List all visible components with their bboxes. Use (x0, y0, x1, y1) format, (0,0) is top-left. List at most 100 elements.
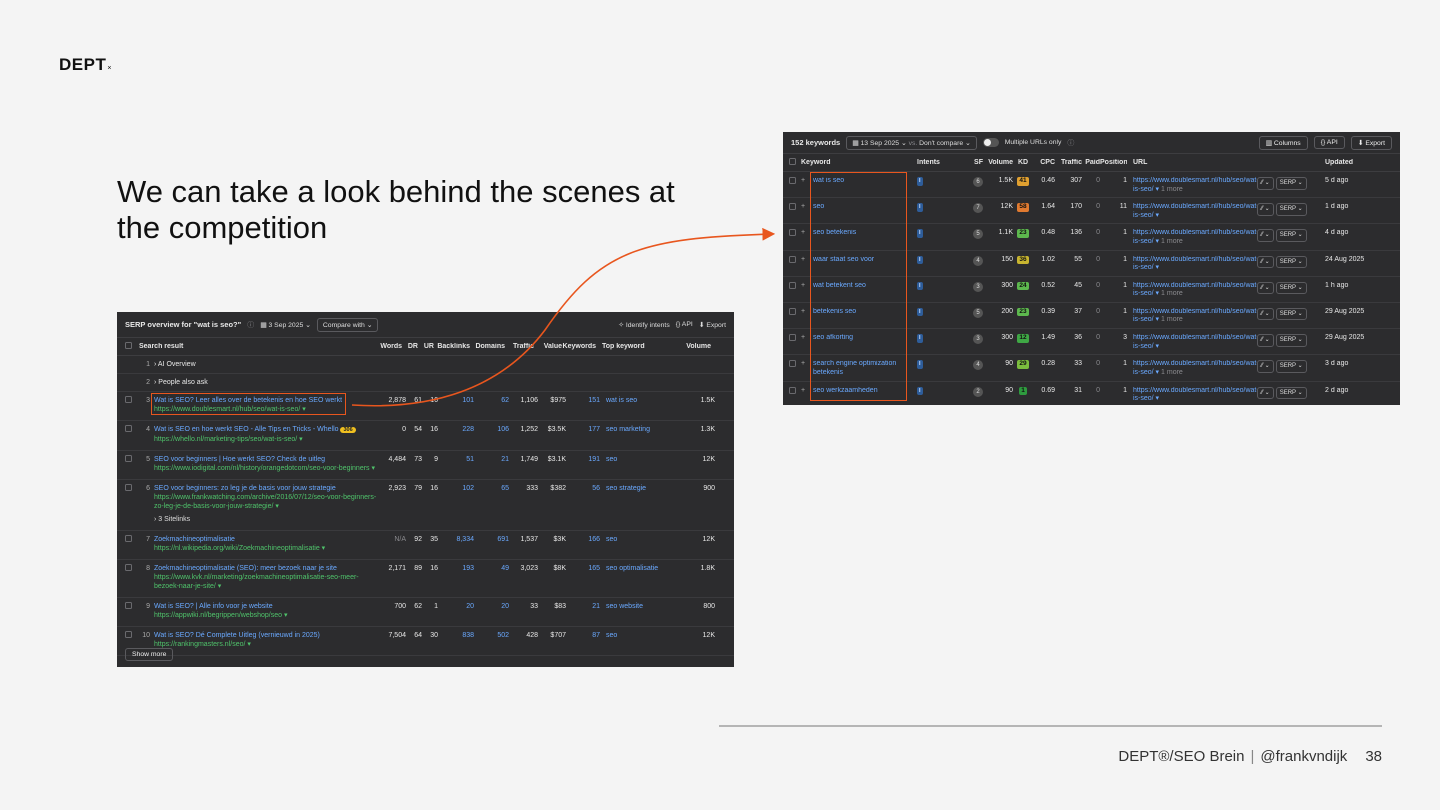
serp-dropdown[interactable]: SERP ⌄ (1275, 203, 1307, 216)
result-url-link[interactable]: https://www.frankwatching.com/archive/20… (154, 494, 376, 510)
cell-domains[interactable]: 65 (474, 484, 509, 493)
identify-intents-button[interactable]: ✧ Identify intents (618, 321, 669, 329)
row-checkbox[interactable] (789, 281, 796, 289)
header-intents[interactable]: Intents (913, 159, 953, 166)
cell-keywords[interactable]: 177 (566, 425, 600, 434)
cell-keywords[interactable]: 191 (566, 455, 600, 464)
more-urls-link[interactable]: 1 more (1161, 238, 1183, 245)
serp-dropdown[interactable]: SERP ⌄ (1275, 177, 1307, 190)
header-paid[interactable]: Paid (1082, 159, 1100, 166)
ranking-url-link[interactable]: https://www.doublesmart.nl/hub/seo/wat-i… (1133, 203, 1257, 219)
result-title-link[interactable]: Wat is SEO? Dé Complete Uitleg (vernieuw… (154, 632, 320, 639)
serp-result-row[interactable]: 4 Wat is SEO en hoe werkt SEO - Alle Tips… (117, 421, 734, 451)
cell-top-keyword[interactable]: seo strategie (600, 484, 675, 493)
result-url-link[interactable]: https://rankingmasters.nl/seo/ ▾ (154, 641, 251, 648)
result-url-link[interactable]: https://appwiki.nl/begrippen/webshop/seo… (154, 612, 288, 619)
ranking-url-link[interactable]: https://www.doublesmart.nl/hub/seo/wat-i… (1133, 229, 1257, 245)
row-checkbox[interactable] (125, 455, 132, 462)
cell-top-keyword[interactable]: seo (600, 631, 675, 640)
cell-top-keyword[interactable]: seo optimalisatie (600, 564, 675, 573)
ranking-url-link[interactable]: https://www.doublesmart.nl/hub/seo/wat-i… (1133, 177, 1257, 193)
cell-domains[interactable]: 62 (474, 396, 509, 405)
row-checkbox[interactable] (789, 307, 796, 315)
cell-keywords[interactable]: 21 (566, 602, 600, 611)
serp-result-row[interactable]: 5 SEO voor beginners | Hoe werkt SEO? Che… (117, 451, 734, 480)
trend-chart-button[interactable]: ⁄⁄ ⌄ (1257, 255, 1274, 269)
ai-overview-toggle[interactable]: › AI Overview (154, 360, 196, 369)
more-urls-link[interactable]: 1 more (1161, 186, 1183, 193)
header-volume[interactable]: Volume (983, 159, 1013, 166)
result-title-link[interactable]: Wat is SEO? | Alle info voor je website (154, 603, 273, 610)
serp-features-count[interactable]: 2 (973, 386, 983, 397)
serp-dropdown[interactable]: SERP ⌄ (1275, 307, 1307, 321)
header-kd[interactable]: KD (1013, 159, 1033, 166)
row-checkbox[interactable] (789, 177, 796, 184)
cell-keywords[interactable]: 87 (566, 631, 600, 640)
cell-top-keyword[interactable]: seo (600, 455, 675, 464)
serp-features-count[interactable]: 4 (973, 255, 983, 266)
result-url-link[interactable]: https://www.iodigital.com/nl/history/ora… (154, 465, 375, 472)
show-more-button[interactable]: Show more (125, 648, 174, 661)
trend-chart-button[interactable]: ⁄⁄ ⌄ (1257, 360, 1274, 373)
header-top-keyword[interactable]: Top keyword (596, 343, 671, 350)
cell-backlinks[interactable]: 838 (438, 631, 474, 640)
row-checkbox[interactable] (125, 535, 132, 542)
sitelinks-toggle[interactable]: › 3 Sitelinks (154, 515, 382, 524)
serp-date-picker[interactable]: ▦ 3 Sep 2025 ⌄ (260, 321, 311, 329)
header-traffic[interactable]: Traffic (505, 343, 534, 350)
header-volume[interactable]: Volume (671, 343, 711, 350)
more-urls-link[interactable]: 1 more (1161, 369, 1183, 376)
serp-result-row[interactable]: 8 Zoekmachineoptimalisatie (SEO): meer be… (117, 560, 734, 598)
kw-date-picker[interactable]: ▦ 13 Sep 2025 ⌄ vs. Don't compare ⌄ (846, 135, 977, 150)
result-url-link[interactable]: https://whello.nl/marketing-tips/seo/wat… (154, 436, 303, 443)
ranking-url-link[interactable]: https://www.doublesmart.nl/hub/seo/wat-i… (1133, 334, 1257, 350)
row-checkbox[interactable] (789, 386, 796, 394)
cell-keywords[interactable]: 165 (566, 564, 600, 573)
cell-domains[interactable]: 502 (474, 631, 509, 640)
row-checkbox[interactable] (125, 564, 132, 571)
serp-dropdown[interactable]: SERP ⌄ (1275, 360, 1307, 373)
trend-chart-button[interactable]: ⁄⁄ ⌄ (1257, 229, 1274, 242)
api-button[interactable]: {} API (1313, 136, 1345, 149)
serp-dropdown[interactable]: SERP ⌄ (1275, 334, 1307, 347)
result-url-link[interactable]: https://www.kvk.nl/marketing/zoekmachine… (154, 574, 359, 590)
header-words[interactable]: Words (378, 343, 402, 350)
result-title-link[interactable]: Zoekmachineoptimalisatie (154, 536, 235, 543)
result-title-link[interactable]: Zoekmachineoptimalisatie (SEO): meer bez… (154, 565, 337, 572)
serp-dropdown[interactable]: SERP ⌄ (1275, 255, 1307, 269)
header-keyword[interactable]: Keyword (801, 159, 913, 166)
cell-domains[interactable]: 21 (474, 455, 509, 464)
header-cpc[interactable]: CPC (1033, 159, 1055, 166)
result-url-link[interactable]: https://nl.wikipedia.org/wiki/Zoekmachin… (154, 545, 325, 552)
row-checkbox[interactable] (789, 255, 796, 263)
serp-dropdown[interactable]: SERP ⌄ (1275, 281, 1307, 295)
header-search-result[interactable]: Search result (132, 343, 378, 350)
cell-backlinks[interactable]: 8,334 (438, 535, 474, 544)
cell-keywords[interactable]: 56 (566, 484, 600, 493)
serp-features-count[interactable]: 5 (973, 307, 983, 318)
ranking-url-link[interactable]: https://www.doublesmart.nl/hub/seo/wat-i… (1133, 282, 1257, 298)
row-checkbox[interactable] (789, 229, 796, 237)
serp-result-row[interactable]: 9 Wat is SEO? | Alle info voor je website… (117, 598, 734, 627)
serp-features-count[interactable]: 6 (973, 177, 983, 187)
trend-chart-button[interactable]: ⁄⁄ ⌄ (1257, 281, 1274, 295)
people-also-ask-toggle[interactable]: › People also ask (154, 378, 208, 387)
trend-chart-button[interactable]: ⁄⁄ ⌄ (1257, 203, 1274, 216)
cell-domains[interactable]: 691 (474, 535, 509, 544)
header-ur[interactable]: UR (418, 343, 434, 350)
header-position[interactable]: Position (1100, 159, 1127, 166)
cell-domains[interactable]: 106 (474, 425, 509, 434)
header-dr[interactable]: DR (402, 343, 418, 350)
row-checkbox[interactable] (125, 631, 132, 638)
header-keywords[interactable]: Keywords (562, 343, 596, 350)
header-url[interactable]: URL (1127, 159, 1257, 166)
cell-backlinks[interactable]: 51 (438, 455, 474, 464)
api-button[interactable]: {} API (676, 321, 693, 328)
result-title-link[interactable]: Wat is SEO en hoe werkt SEO - Alle Tips … (154, 426, 339, 433)
row-checkbox[interactable] (789, 360, 796, 368)
serp-features-count[interactable]: 3 (973, 281, 983, 292)
ranking-url-link[interactable]: https://www.doublesmart.nl/hub/seo/wat-i… (1133, 256, 1257, 272)
serp-feature-row[interactable]: 2 › People also ask (117, 374, 734, 392)
row-checkbox[interactable] (125, 484, 132, 491)
serp-dropdown[interactable]: SERP ⌄ (1275, 386, 1307, 399)
